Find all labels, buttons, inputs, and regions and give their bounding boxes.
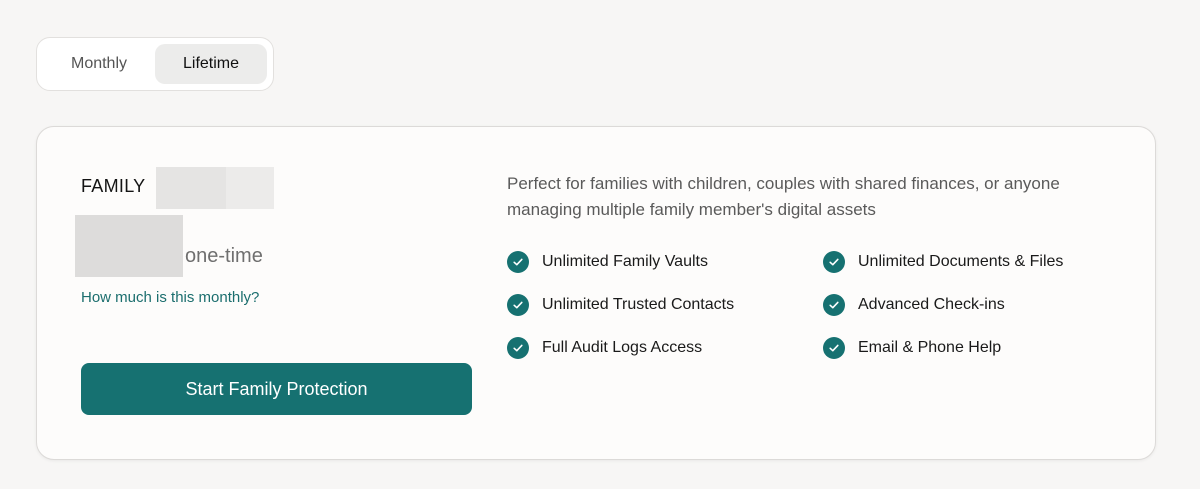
- start-family-protection-button[interactable]: Start Family Protection: [81, 363, 472, 415]
- check-circle-icon: [507, 337, 529, 359]
- feature-label: Email & Phone Help: [858, 339, 1002, 356]
- toggle-monthly[interactable]: Monthly: [43, 44, 155, 84]
- check-circle-icon: [823, 251, 845, 273]
- feature-item: Unlimited Trusted Contacts: [507, 293, 823, 317]
- price-loading-placeholder: [75, 215, 183, 277]
- price-suffix: one-time: [185, 245, 263, 267]
- billing-toggle: Monthly Lifetime: [36, 37, 274, 91]
- feature-list: Unlimited Family Vaults Unlimited Docume…: [507, 250, 1127, 360]
- feature-label: Unlimited Documents & Files: [858, 253, 1064, 270]
- feature-item: Unlimited Documents & Files: [823, 250, 1123, 274]
- feature-label: Full Audit Logs Access: [542, 339, 703, 356]
- check-circle-icon: [507, 294, 529, 316]
- loading-placeholder: [226, 167, 274, 209]
- feature-item: Unlimited Family Vaults: [507, 250, 823, 274]
- feature-label: Advanced Check-ins: [858, 296, 1005, 313]
- check-circle-icon: [823, 337, 845, 359]
- plan-description: Perfect for families with children, coup…: [507, 174, 1060, 219]
- monthly-price-link[interactable]: How much is this monthly?: [81, 289, 259, 306]
- loading-placeholder: [156, 167, 226, 209]
- check-circle-icon: [507, 251, 529, 273]
- plan-card: FAMILY one-time How much is this monthly…: [36, 126, 1156, 460]
- plan-name: FAMILY: [81, 176, 146, 196]
- check-circle-icon: [823, 294, 845, 316]
- feature-item: Advanced Check-ins: [823, 293, 1123, 317]
- toggle-lifetime[interactable]: Lifetime: [155, 44, 267, 84]
- feature-label: Unlimited Family Vaults: [542, 253, 708, 270]
- feature-label: Unlimited Trusted Contacts: [542, 296, 735, 313]
- feature-item: Full Audit Logs Access: [507, 336, 823, 360]
- feature-item: Email & Phone Help: [823, 336, 1123, 360]
